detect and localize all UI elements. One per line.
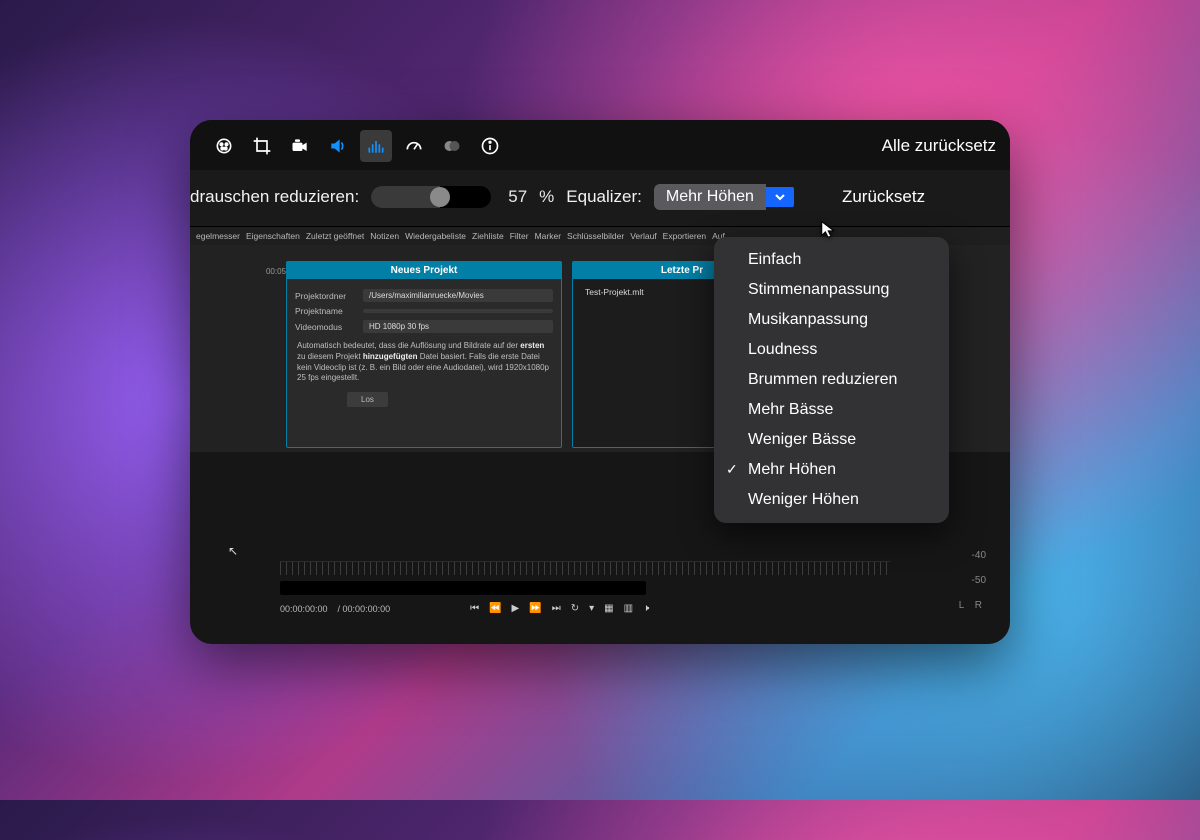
noise-reduction-unit: %: [539, 187, 554, 207]
speed-gauge-icon[interactable]: [398, 130, 430, 162]
noise-reduction-label: drauschen reduzieren:: [190, 187, 359, 207]
tab-item[interactable]: Eigenschaften: [246, 231, 300, 241]
tab-item[interactable]: Exportieren: [663, 231, 706, 241]
timeline-bar[interactable]: [280, 581, 646, 595]
inspector-toolbar: Alle zurücksetz: [190, 120, 1010, 170]
time-ruler[interactable]: [280, 561, 890, 575]
video-mode-field[interactable]: HD 1080p 30 fps: [363, 320, 553, 333]
equalizer-dropdown: Einfach Stimmenanpassung Musikanpassung …: [714, 237, 949, 523]
noise-reduction-value: 57: [503, 187, 527, 207]
color-icon[interactable]: [208, 130, 240, 162]
transport-area: 00:00:00:00 / 00:00:00:00 ⏮ ⏪ ▶ ⏩ ⏭ ↻ ▾ …: [280, 561, 890, 614]
tab-item[interactable]: Verlauf: [630, 231, 656, 241]
eq-option[interactable]: Weniger Bässe: [714, 425, 949, 455]
info-icon[interactable]: [474, 130, 506, 162]
eq-option-selected[interactable]: Mehr Höhen: [714, 455, 949, 485]
fast-forward-icon[interactable]: ⏩: [529, 603, 541, 614]
project-name-label: Projektname: [295, 306, 357, 316]
timecode-total: / 00:00:00:00: [338, 604, 391, 614]
camera-icon[interactable]: [284, 130, 316, 162]
eq-option[interactable]: Stimmenanpassung: [714, 275, 949, 305]
eq-option[interactable]: Mehr Bässe: [714, 395, 949, 425]
zoom-control-icon[interactable]: ▾: [589, 603, 594, 614]
audio-controls-row: drauschen reduzieren: 57 % Equalizer: Me…: [190, 170, 1010, 227]
video-mode-label: Videomodus: [295, 322, 357, 332]
tab-item[interactable]: Wiedergabeliste: [405, 231, 466, 241]
tab-item[interactable]: Zuletzt geöffnet: [306, 231, 364, 241]
tab-item[interactable]: Marker: [535, 231, 561, 241]
project-folder-field[interactable]: /Users/maximilianruecke/Movies: [363, 289, 553, 302]
noise-reduction-slider[interactable]: [371, 186, 491, 208]
app-window: Alle zurücksetz drauschen reduzieren: 57…: [190, 120, 1010, 644]
project-name-field[interactable]: [363, 309, 553, 313]
chevron-down-icon: [766, 187, 794, 207]
project-folder-label: Projektordner: [295, 291, 357, 301]
skip-start-icon[interactable]: ⏮: [470, 603, 479, 614]
tab-item[interactable]: Ziehliste: [472, 231, 504, 241]
tab-item[interactable]: egelmesser: [196, 231, 240, 241]
equalizer-select[interactable]: Mehr Höhen: [654, 184, 794, 210]
new-project-title: Neues Projekt: [287, 262, 561, 279]
grid-small-icon[interactable]: ▥: [624, 603, 633, 614]
reset-button[interactable]: Zurücksetz: [842, 187, 925, 207]
tab-item[interactable]: Schlüsselbilder: [567, 231, 624, 241]
level-scale: 00:05: [196, 261, 286, 448]
play-icon[interactable]: ▶: [512, 603, 520, 614]
timecode-current[interactable]: 00:00:00:00: [280, 604, 328, 614]
volume-icon[interactable]: [322, 130, 354, 162]
eq-option[interactable]: Einfach: [714, 245, 949, 275]
db-scale: -40 -50 L R: [959, 550, 986, 611]
video-mode-description: Automatisch bedeutet, dass die Auflösung…: [295, 337, 553, 386]
rewind-icon[interactable]: ⏪: [489, 603, 501, 614]
equalizer-label: Equalizer:: [566, 187, 642, 207]
tab-item[interactable]: Filter: [510, 231, 529, 241]
eq-option[interactable]: Brummen reduzieren: [714, 365, 949, 395]
secondary-cursor-icon: ↖: [228, 544, 238, 558]
start-button[interactable]: Los: [347, 392, 388, 407]
reset-all-button[interactable]: Alle zurücksetz: [882, 136, 996, 156]
tab-item[interactable]: Notizen: [370, 231, 399, 241]
loop-icon[interactable]: ↻: [571, 603, 579, 614]
skip-end-icon[interactable]: ⏭: [552, 603, 561, 614]
mute-icon[interactable]: 🕨: [643, 603, 649, 614]
grid-icon[interactable]: ▦: [604, 603, 613, 614]
eq-option[interactable]: Loudness: [714, 335, 949, 365]
lr-label: L R: [959, 600, 986, 611]
eq-option[interactable]: Musikanpassung: [714, 305, 949, 335]
overlap-circles-icon[interactable]: [436, 130, 468, 162]
equalizer-bars-icon[interactable]: [360, 130, 392, 162]
eq-option[interactable]: Weniger Höhen: [714, 485, 949, 515]
equalizer-selected-value: Mehr Höhen: [654, 184, 766, 210]
crop-icon[interactable]: [246, 130, 278, 162]
new-project-panel: Neues Projekt Projektordner /Users/maxim…: [286, 261, 562, 448]
